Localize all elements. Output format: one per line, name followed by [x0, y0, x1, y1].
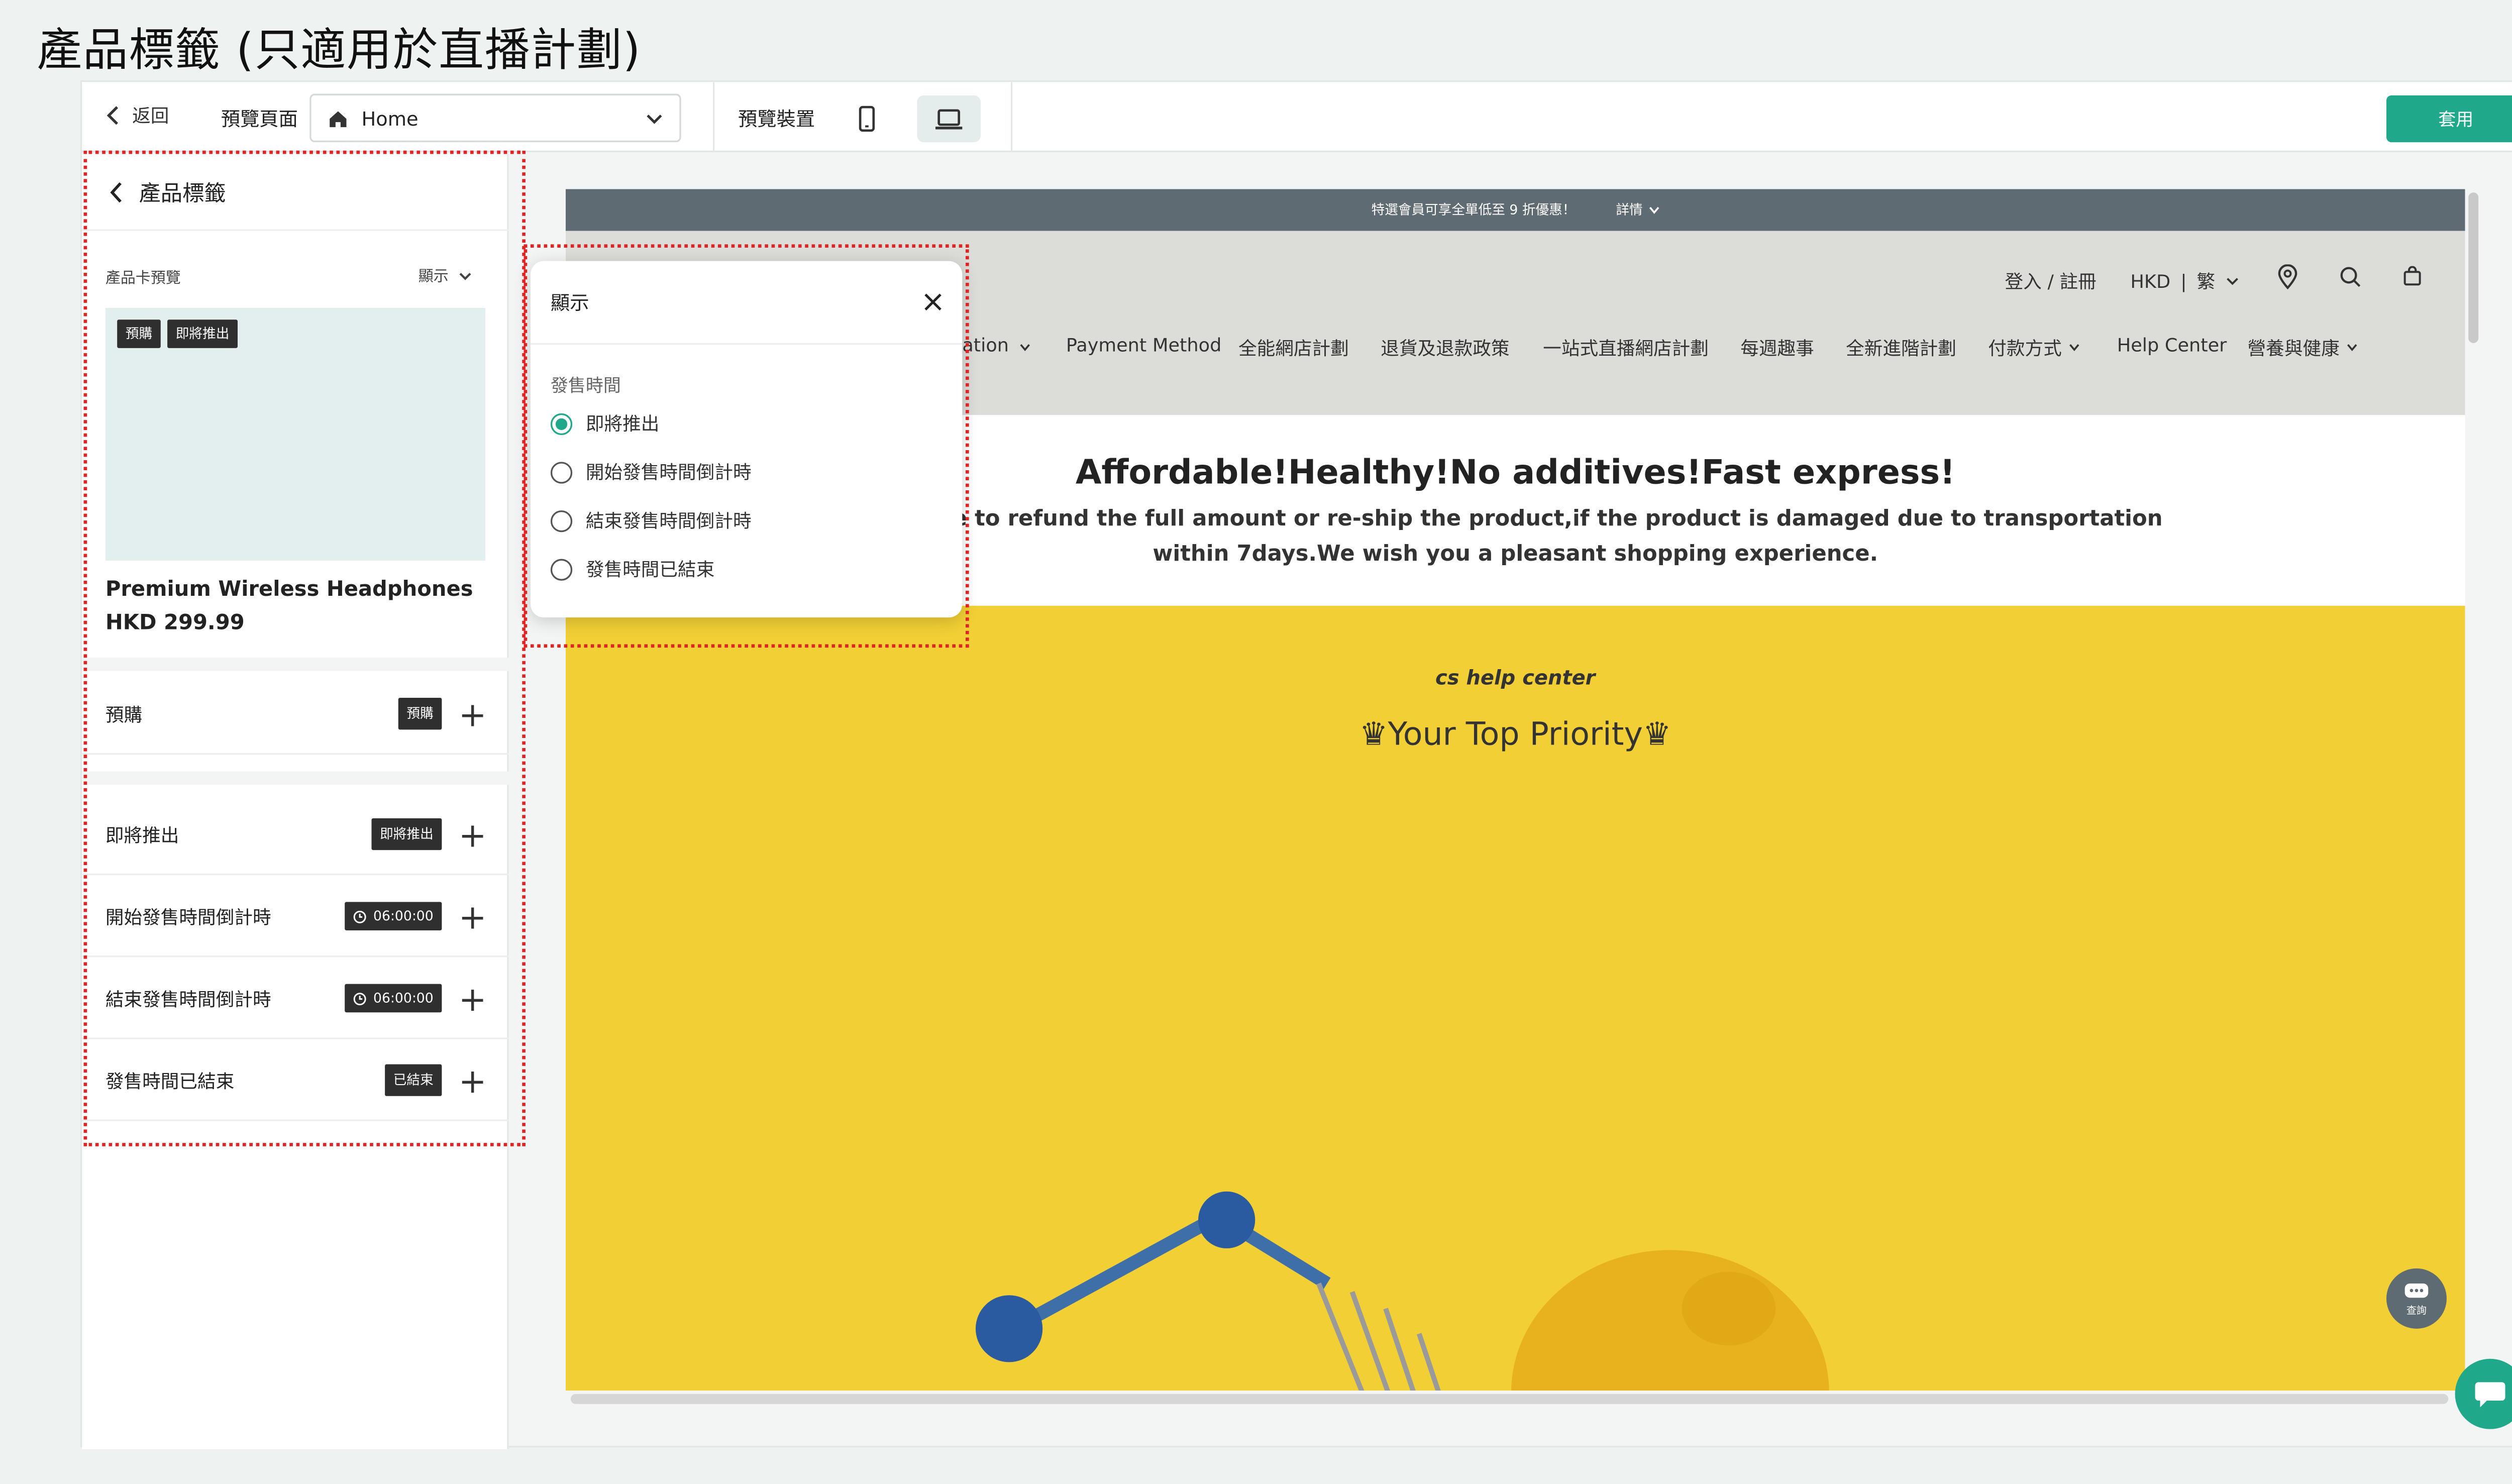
nav-item[interactable]: 全新進階計劃 — [1846, 335, 1956, 361]
page-title: 產品標籤 (只適用於直播計劃) — [37, 25, 642, 77]
language-label: 繁 — [2196, 271, 2216, 293]
page-select[interactable]: Home — [309, 93, 681, 143]
separator: | — [2180, 270, 2187, 292]
hero-banner: cs help center ♛Your Top Priority♛ — [565, 605, 2465, 1391]
banner-photo — [975, 1191, 1829, 1391]
chevron-down-icon — [2226, 278, 2238, 285]
announcement-text: 特選會員可享全單低至 9 折優惠！ — [1371, 202, 1576, 218]
currency-language-selector[interactable]: HKD | 繁 — [2130, 268, 2238, 294]
divider — [1010, 82, 1013, 153]
chat-bubble-icon — [2475, 1382, 2505, 1408]
top-toolbar: 返回 預覽頁面 Home 預覽裝置 套用 — [82, 82, 2512, 153]
nav-item[interactable]: Help Center — [2117, 335, 2227, 356]
chevron-left-icon — [107, 106, 119, 125]
nav-item[interactable]: Payment Method — [1066, 335, 1222, 356]
nav-item[interactable]: 付款方式 — [1988, 335, 2062, 361]
nav-item[interactable]: 營養與健康 — [2248, 335, 2340, 361]
home-icon — [330, 110, 347, 127]
banner-subtitle: cs help center — [1435, 666, 1596, 690]
laptop-icon — [935, 108, 963, 129]
location-pin-icon[interactable] — [2277, 264, 2297, 290]
page-select-value: Home — [361, 106, 418, 130]
chevron-down-icon — [2069, 344, 2079, 352]
announcement-link[interactable]: 詳情 — [1616, 201, 1659, 220]
nav-item[interactable]: 每週趣事 — [1740, 335, 1814, 361]
login-link[interactable]: 登入 / 註冊 — [2005, 268, 2097, 294]
banner-title: ♛Your Top Priority♛ — [1359, 716, 1671, 753]
mobile-device-button[interactable] — [835, 95, 899, 142]
chevron-down-icon — [647, 114, 662, 124]
preview-page-label: 預覽頁面 — [221, 107, 298, 131]
nav-item[interactable]: ation — [962, 335, 1009, 356]
back-button[interactable]: 返回 — [106, 102, 169, 129]
search-icon[interactable] — [2340, 266, 2361, 288]
mobile-icon — [859, 105, 875, 132]
nav-item[interactable]: 一站式直播網店計劃 — [1543, 335, 1709, 361]
chat-label: 查詢 — [2406, 1304, 2427, 1316]
desktop-device-button[interactable] — [917, 95, 981, 143]
nav-item[interactable]: 退貨及退款政策 — [1381, 335, 1509, 361]
announcement-link-label: 詳情 — [1616, 202, 1643, 218]
inquiry-chat-button[interactable]: 查詢 — [2386, 1268, 2447, 1329]
back-label: 返回 — [132, 105, 169, 128]
apply-button[interactable]: 套用 — [2386, 95, 2512, 143]
chevron-down-icon — [2347, 344, 2357, 352]
popup-highlight — [524, 244, 969, 648]
sidebar-highlight — [83, 150, 526, 1146]
chevron-down-icon — [1020, 344, 1030, 352]
divider — [713, 82, 715, 153]
announcement-bar: 特選會員可享全單低至 9 折優惠！ 詳情 — [565, 189, 2465, 231]
editor-frame: 返回 預覽頁面 Home 預覽裝置 套用 產品標籤 產品卡預覽 顯示 預購 即將… — [80, 80, 2512, 1449]
horizontal-scrollbar[interactable] — [570, 1394, 2449, 1404]
chat-bubble-icon — [2404, 1283, 2429, 1297]
cart-icon[interactable] — [2403, 266, 2422, 286]
vertical-scrollbar[interactable] — [2468, 192, 2479, 343]
preview-device-label: 預覽裝置 — [738, 107, 815, 131]
currency-label: HKD — [2130, 270, 2171, 292]
nav-item[interactable]: 全能網店計劃 — [1238, 335, 1349, 361]
chevron-down-icon — [1648, 206, 1659, 214]
